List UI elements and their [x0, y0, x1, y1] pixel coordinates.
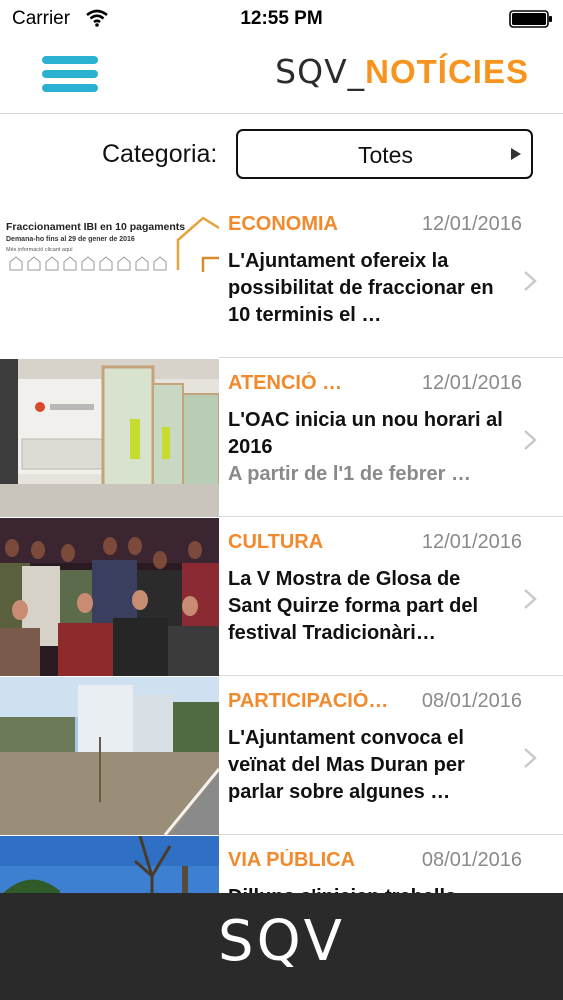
news-title: L'Ajuntament ofereix la possibilitat de …	[228, 248, 503, 329]
news-category: ATENCIÓ …	[228, 372, 343, 394]
news-title-text: La V Mostra de Glosa de Sant Quirze form…	[228, 568, 479, 644]
news-title-text: L'OAC inicia un nou horari al 2016	[228, 409, 503, 458]
news-item[interactable]: CULTURA 12/01/2016 La V Mostra de Glosa …	[0, 518, 563, 676]
footer-logo: SQV	[218, 909, 345, 974]
chevron-right-icon	[524, 748, 537, 768]
news-title-text: L'Ajuntament ofereix la possibilitat de …	[228, 250, 494, 326]
category-select-value: Totes	[358, 142, 413, 168]
brand-logo-suffix: NOTÍCIES	[365, 53, 529, 90]
news-date: 12/01/2016	[421, 213, 522, 235]
hamburger-menu-icon[interactable]	[42, 56, 100, 94]
news-item[interactable]: Fraccionament IBI en 10 pagaments Demana…	[0, 200, 563, 358]
play-arrow-icon	[511, 148, 521, 160]
thumb-text-line1: Fraccionament IBI en 10 pagaments	[6, 221, 185, 233]
news-title: La V Mostra de Glosa de Sant Quirze form…	[228, 566, 503, 647]
news-item[interactable]: PARTICIPACIÓ… 08/01/2016 L'Ajuntament co…	[0, 677, 563, 835]
news-category: ECONOMIA	[228, 213, 338, 235]
chevron-right-icon	[524, 589, 537, 609]
news-title: L'Ajuntament convoca el veïnat del Mas D…	[228, 725, 503, 806]
bottom-bar: SQV	[0, 893, 563, 1000]
news-category: CULTURA	[228, 531, 324, 553]
category-label: Categoria:	[102, 140, 218, 168]
thumb-text-line3: Més informació clicant aquí	[6, 247, 73, 253]
category-select[interactable]: Totes	[236, 129, 533, 179]
chevron-right-icon	[524, 271, 537, 291]
thumb-text-line2: Demana-ho fins al 29 de gener de 2016	[6, 236, 135, 243]
news-title: L'OAC inicia un nou horari al 2016 A par…	[228, 407, 503, 488]
news-category: VIA PÚBLICA	[228, 849, 356, 871]
news-thumbnail	[0, 677, 219, 835]
status-bar: Carrier 12:55 PM	[0, 0, 563, 38]
news-thumbnail: Fraccionament IBI en 10 pagaments Demana…	[0, 200, 219, 358]
nav-bar: SQV_NOTÍCIES	[0, 38, 563, 114]
status-time: 12:55 PM	[240, 8, 323, 29]
brand-logo-prefix: SQV_	[275, 52, 366, 91]
category-filter-row: Categoria: Totes	[0, 115, 563, 195]
battery-icon	[509, 10, 552, 28]
news-subtitle: A partir de l'1 de febrer …	[228, 463, 471, 485]
news-date: 08/01/2016	[421, 849, 522, 871]
news-title-text: L'Ajuntament convoca el veïnat del Mas D…	[228, 727, 465, 803]
news-item[interactable]: ATENCIÓ … 12/01/2016 L'OAC inicia un nou…	[0, 359, 563, 517]
news-date: 08/01/2016	[421, 690, 522, 712]
news-thumbnail	[0, 518, 219, 676]
news-category: PARTICIPACIÓ…	[228, 690, 389, 712]
news-thumbnail	[0, 359, 219, 517]
brand-logo: SQV_NOTÍCIES	[275, 52, 529, 91]
news-date: 12/01/2016	[421, 531, 522, 553]
news-date: 12/01/2016	[421, 372, 522, 394]
chevron-right-icon	[524, 430, 537, 450]
